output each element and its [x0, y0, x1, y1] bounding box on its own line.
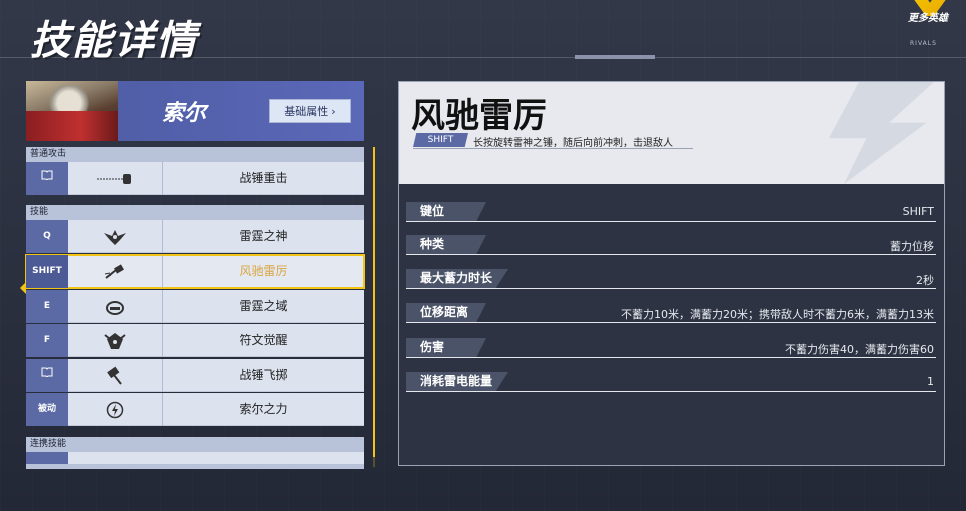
- attr-label: 键位: [406, 202, 486, 221]
- hero-portrait: [26, 81, 118, 141]
- header-accent: [575, 55, 655, 59]
- skill-name: 雷霆之域: [239, 299, 288, 313]
- skill-row-f[interactable]: F 符文觉醒: [26, 324, 364, 357]
- base-attributes-button[interactable]: 基础属性 ›: [269, 99, 351, 123]
- skill-row-ultimate[interactable]: 战锤飞掷: [26, 359, 364, 392]
- rune-icon: [68, 324, 163, 357]
- attr-label: 伤害: [406, 338, 486, 357]
- detail-key-tag: SHIFT: [413, 133, 468, 147]
- skill-key: SHIFT: [26, 255, 68, 288]
- detail-header: 风驰雷厉 SHIFT 长按旋转雷神之锤，随后向前冲刺，击退敌人: [399, 82, 944, 184]
- skill-detail-panel: 风驰雷厉 SHIFT 长按旋转雷神之锤，随后向前冲刺，击退敌人 键位 SHIFT…: [398, 81, 945, 466]
- attr-label: 消耗雷电能量: [406, 372, 509, 391]
- skill-key: Q: [26, 220, 68, 253]
- more-heroes-logo[interactable]: 更多英雄 RIVALS: [900, 0, 966, 48]
- attr-row-energy-cost: 消耗雷电能量 1: [406, 372, 936, 392]
- page-title: 技能详情: [30, 18, 198, 64]
- hammer-fly-icon: [68, 359, 163, 392]
- attr-row-damage: 伤害 不蓄力伤害40，满蓄力伤害60: [406, 338, 936, 358]
- attr-value: 1: [927, 375, 934, 388]
- skill-row-shift[interactable]: SHIFT 风驰雷厉: [25, 254, 365, 289]
- skill-name: 索尔之力: [239, 402, 288, 416]
- section-normal-attack: 普通攻击: [26, 147, 364, 162]
- skill-name: 风驰雷厉: [239, 264, 288, 278]
- hammer-dash-icon: [68, 162, 163, 195]
- skill-name: 战锤重击: [239, 171, 288, 185]
- detail-title: 风驰雷厉: [411, 96, 547, 136]
- lightning-bolt-icon: [829, 82, 934, 184]
- active-indicator: [20, 282, 26, 294]
- attr-value: 蓄力位移: [890, 240, 934, 253]
- detail-description: 长按旋转雷神之锤，随后向前冲刺，击退敌人: [473, 138, 673, 149]
- winged-hammer-icon: [68, 220, 163, 253]
- attr-row-keybind: 键位 SHIFT: [406, 202, 936, 222]
- scrollbar-thumb[interactable]: [373, 147, 375, 457]
- attr-value: 不蓄力10米，满蓄力20米；携带敌人时不蓄力6米，满蓄力13米: [621, 308, 934, 321]
- team-up-row-partial[interactable]: [26, 452, 364, 464]
- skill-name: 符文觉醒: [239, 333, 288, 347]
- hero-name: 索尔: [162, 101, 207, 126]
- section-team-up: 连携技能: [26, 437, 364, 452]
- logo-text: 更多英雄: [908, 13, 948, 24]
- attr-label: 位移距离: [406, 303, 486, 322]
- skill-key: E: [26, 290, 68, 323]
- book-icon: [26, 162, 68, 195]
- attr-value: SHIFT: [902, 205, 934, 218]
- attr-row-distance: 位移距离 不蓄力10米，满蓄力20米；携带敌人时不蓄力6米，满蓄力13米: [406, 303, 936, 323]
- skill-list-panel: 索尔 基础属性 › 普通攻击 战锤重击 技能 Q 雷霆之神 SHIFT 风驰雷厉 …: [25, 81, 365, 469]
- attr-label: 最大蓄力时长: [406, 269, 509, 288]
- hammer-throw-icon: [68, 255, 163, 288]
- skill-key: F: [26, 324, 68, 357]
- detail-attributes: 键位 SHIFT 种类 蓄力位移 最大蓄力时长 2秒 位移距离 不蓄力10米，满…: [399, 184, 944, 465]
- helmet-icon: [68, 290, 163, 323]
- attr-value: 2秒: [916, 274, 934, 287]
- attr-row-type: 种类 蓄力位移: [406, 235, 936, 255]
- lightning-circle-icon: [68, 393, 163, 426]
- logo-sub: RIVALS: [910, 40, 937, 47]
- skill-row-e[interactable]: E 雷霆之域: [26, 290, 364, 323]
- skill-key: 被动: [26, 393, 68, 426]
- attr-value: 不蓄力伤害40，满蓄力伤害60: [785, 343, 934, 356]
- list-bottom-edge: [26, 464, 364, 469]
- section-skills: 技能: [26, 205, 364, 220]
- skill-name: 雷霆之神: [239, 229, 288, 243]
- skill-row-normal-attack[interactable]: 战锤重击: [26, 162, 364, 195]
- skill-row-passive[interactable]: 被动 索尔之力: [26, 393, 364, 426]
- hero-header: 索尔 基础属性 ›: [26, 81, 364, 141]
- detail-underline: [413, 148, 693, 149]
- attr-row-max-charge: 最大蓄力时长 2秒: [406, 269, 936, 289]
- chevron-right-icon: ›: [331, 105, 336, 118]
- book-icon: [26, 359, 68, 392]
- skill-name: 战锤飞掷: [239, 368, 288, 382]
- skill-row-q[interactable]: Q 雷霆之神: [26, 220, 364, 253]
- attr-label: 种类: [406, 235, 486, 254]
